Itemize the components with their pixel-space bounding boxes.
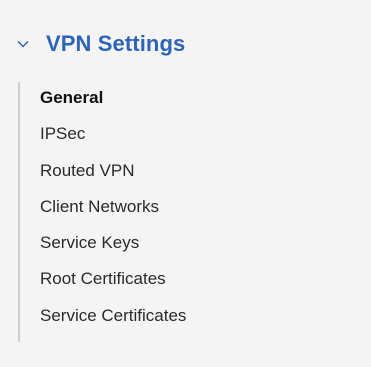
vpn-settings-nav-list: General IPSec Routed VPN Client Networks…: [18, 82, 360, 342]
nav-item-general[interactable]: General: [20, 82, 360, 114]
nav-item-root-certificates[interactable]: Root Certificates: [20, 263, 360, 295]
settings-sidebar-panel: VPN Settings General IPSec Routed VPN Cl…: [0, 0, 371, 367]
chevron-down-icon: [12, 33, 34, 55]
nav-item-service-keys[interactable]: Service Keys: [20, 227, 360, 259]
vpn-settings-section-toggle[interactable]: VPN Settings: [12, 26, 185, 62]
nav-item-client-networks[interactable]: Client Networks: [20, 191, 360, 223]
nav-item-service-certificates[interactable]: Service Certificates: [20, 300, 360, 332]
nav-item-ipsec[interactable]: IPSec: [20, 118, 360, 150]
nav-item-routed-vpn[interactable]: Routed VPN: [20, 155, 360, 187]
section-title: VPN Settings: [46, 31, 186, 56]
